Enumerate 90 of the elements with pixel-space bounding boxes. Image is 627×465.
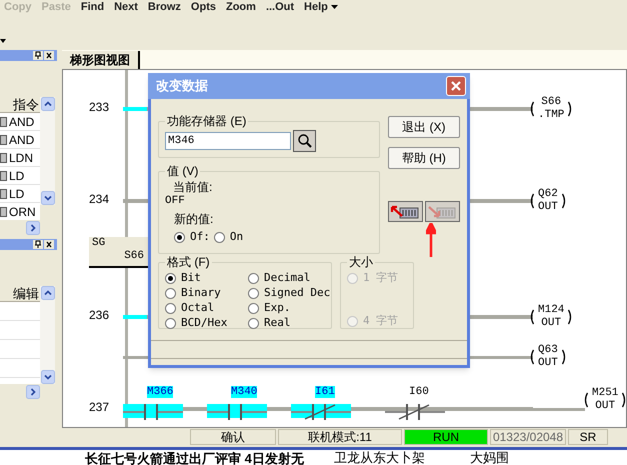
dialog-button[interactable]: 帮助 (H) xyxy=(388,147,460,169)
radio-option[interactable]: Signed Dec xyxy=(248,286,331,300)
toolbar-button[interactable]: Opts xyxy=(188,0,219,12)
radio-option[interactable]: Exp. xyxy=(248,301,331,315)
status-cell: 联机模式:11 xyxy=(278,429,402,445)
toolbar-button[interactable]: Help xyxy=(301,0,341,12)
scrollbar[interactable] xyxy=(40,286,55,384)
status-cell: SR xyxy=(568,429,608,445)
arrow-annotation xyxy=(426,223,436,257)
coil[interactable]: S66 .TMP xyxy=(529,95,574,123)
right-bracket-icon xyxy=(562,349,567,365)
radio-option[interactable]: Real xyxy=(248,316,331,330)
right-bracket-icon xyxy=(568,309,574,325)
search-icon xyxy=(296,133,312,149)
rung-number: 236 xyxy=(89,308,110,322)
radio-option[interactable]: BCD/Hex xyxy=(165,316,248,330)
rung-number: 233 xyxy=(89,100,110,114)
left-bracket-icon xyxy=(529,349,534,365)
left-bracket-icon xyxy=(529,101,534,117)
right-bracket-icon xyxy=(562,193,567,209)
news-headline[interactable]: 长征七号火箭通过出厂评审 4日发射无 xyxy=(85,451,304,465)
instruction-text: LD xyxy=(9,168,24,184)
instruction-text: LDN xyxy=(9,150,34,166)
left-bracket-icon xyxy=(529,309,534,325)
current-value-label: 当前值: xyxy=(172,180,214,194)
toolbar-button[interactable]: Next xyxy=(111,0,141,12)
dialog-title: 改变数据 xyxy=(156,77,208,96)
status-cell: 确认 xyxy=(190,429,276,445)
toolbar-button[interactable]: Zoom xyxy=(222,0,259,12)
rung-number: 237 xyxy=(89,400,110,414)
group-label: 格式 (F) xyxy=(166,254,211,271)
toolbar-button[interactable]: ...Out xyxy=(262,0,298,12)
current-value: OFF xyxy=(165,195,186,208)
coil[interactable]: M251 OUT xyxy=(583,386,626,414)
toolbar-button[interactable]: Browz xyxy=(144,0,184,12)
radio-option[interactable]: Octal xyxy=(165,301,248,315)
left-bracket-icon xyxy=(583,392,588,408)
contact[interactable]: M366 xyxy=(123,386,183,420)
column-header: 指令 xyxy=(0,97,40,113)
right-bracket-icon xyxy=(568,101,574,117)
sg-box[interactable]: SG S66 xyxy=(89,237,149,268)
pin-icon[interactable] xyxy=(33,240,43,249)
scroll-right-icon[interactable] xyxy=(26,221,40,235)
contact[interactable]: I61 xyxy=(291,386,351,420)
scroll-down-icon[interactable] xyxy=(40,370,54,384)
radio-option[interactable]: On xyxy=(214,230,244,244)
column-header: 编辑 xyxy=(0,286,40,302)
news-headline[interactable]: 卫龙从东大卜架 xyxy=(334,451,425,464)
right-bracket-icon xyxy=(622,392,626,408)
radio-option[interactable]: Decimal xyxy=(248,271,331,285)
scroll-down-icon[interactable] xyxy=(40,191,54,205)
radio-option[interactable]: Bit xyxy=(165,271,248,285)
instruction-text: AND xyxy=(9,114,34,130)
status-cell: RUN xyxy=(404,429,488,445)
close-icon[interactable] xyxy=(44,240,54,249)
radio-option[interactable]: Of: xyxy=(174,230,210,244)
coil[interactable]: Q63 OUT xyxy=(529,343,567,371)
rung-number: 234 xyxy=(89,192,110,206)
instruction-text: LD xyxy=(9,186,24,202)
radio-option[interactable]: Binary xyxy=(165,286,248,300)
caret-icon[interactable] xyxy=(0,39,6,43)
plc-transfer-icon xyxy=(427,204,458,220)
group-label: 大小 xyxy=(348,254,374,271)
close-icon xyxy=(450,80,462,92)
scroll-up-icon[interactable] xyxy=(40,97,54,111)
new-value-label: 新的值: xyxy=(173,212,214,226)
close-button[interactable] xyxy=(446,76,466,96)
left-bracket-icon xyxy=(529,193,534,209)
coil[interactable]: Q62 OUT xyxy=(529,187,567,215)
instruction-text: ORN xyxy=(9,204,36,220)
coil[interactable]: M124 OUT xyxy=(529,303,574,331)
group-label: 功能存储器 (E) xyxy=(166,113,248,130)
toolbar-button[interactable]: Find xyxy=(78,0,108,12)
memory-input[interactable]: M346 xyxy=(165,132,291,150)
pin-icon[interactable] xyxy=(33,51,43,60)
scroll-up-icon[interactable] xyxy=(40,286,54,300)
ladder-view-tab[interactable]: 梯形图视图 xyxy=(62,51,140,69)
instruction-text: AND xyxy=(9,132,34,148)
status-cell: 01323/02048 xyxy=(490,429,566,445)
group-label: 值 (V) xyxy=(166,163,200,180)
dialog-button[interactable]: 退出 (X) xyxy=(388,116,460,138)
scrollbar[interactable] xyxy=(40,97,55,205)
transfer-button[interactable] xyxy=(388,201,423,222)
scroll-right-icon[interactable] xyxy=(26,385,40,399)
contact[interactable]: I60 xyxy=(385,386,445,420)
plc-transfer-icon xyxy=(390,204,420,220)
contact[interactable]: M340 xyxy=(207,386,267,420)
browse-button[interactable] xyxy=(293,130,316,152)
news-headline[interactable]: 大妈围 xyxy=(470,451,509,464)
close-icon[interactable] xyxy=(44,51,54,60)
